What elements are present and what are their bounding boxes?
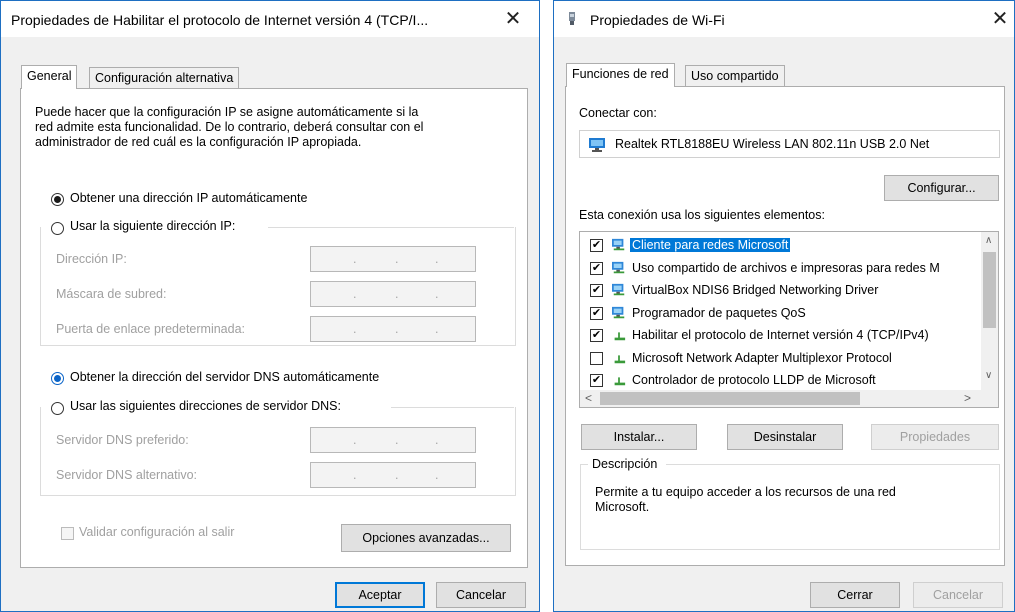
item-checkbox[interactable]: ✔ xyxy=(590,306,603,320)
scroll-up-icon[interactable]: ∧ xyxy=(985,235,992,246)
item-checkbox[interactable]: ✔ xyxy=(590,239,603,252)
item-label: Habilitar el protocolo de Internet versi… xyxy=(632,328,929,342)
dialog-title: Propiedades de Habilitar el protocolo de… xyxy=(11,12,429,28)
dns-preferred-label: Servidor DNS preferido: xyxy=(56,433,189,447)
scroll-down-icon[interactable]: ∨ xyxy=(985,370,992,381)
item-checkbox[interactable]: ✔ xyxy=(590,284,603,297)
list-item[interactable]: ✔ Cliente para redes Microsoft xyxy=(580,236,980,258)
wifi-properties-dialog: Propiedades de Wi-Fi ✕ Funciones de red … xyxy=(553,0,1015,612)
dns-alternate-label: Servidor DNS alternativo: xyxy=(56,468,198,482)
frame-top-line xyxy=(666,464,999,465)
item-label: Controlador de protocolo LLDP de Microso… xyxy=(632,373,876,387)
list-item[interactable]: ✔ VirtualBox NDIS6 Bridged Networking Dri… xyxy=(580,281,980,303)
ipv4-properties-dialog: Propiedades de Habilitar el protocolo de… xyxy=(0,0,540,612)
dialog-title: Propiedades de Wi-Fi xyxy=(590,12,725,28)
subnet-mask-label: Máscara de subred: xyxy=(56,287,167,301)
dns-alternate-field: ... xyxy=(310,462,476,488)
item-label: Cliente para redes Microsoft xyxy=(630,238,791,252)
protocol-icon xyxy=(614,332,626,341)
radio-dns-manual[interactable] xyxy=(51,402,64,415)
radio-dns-auto-label[interactable]: Obtener la dirección del servidor DNS au… xyxy=(70,370,379,384)
horizontal-scrollbar[interactable]: < > xyxy=(580,390,981,407)
item-label: Microsoft Network Adapter Multiplexor Pr… xyxy=(632,350,892,365)
network-panel: Conectar con: Realtek RTL8188EU Wireless… xyxy=(565,86,1005,566)
protocol-icon xyxy=(614,377,626,386)
ip-address-label: Dirección IP: xyxy=(56,252,127,266)
ip-address-field: ... xyxy=(310,246,476,272)
general-panel: Puede hacer que la configuración IP se a… xyxy=(20,88,528,568)
tab-sharing[interactable]: Uso compartido xyxy=(685,65,785,87)
advanced-options-button[interactable]: Opciones avanzadas... xyxy=(341,524,511,552)
scroll-right-icon[interactable]: > xyxy=(964,391,971,405)
description-text: Permite a tu equipo acceder a los recurs… xyxy=(595,485,896,514)
tab-alternate-config[interactable]: Configuración alternativa xyxy=(89,67,240,89)
item-label: Uso compartido de archivos e impresoras … xyxy=(632,260,940,275)
gateway-field: ... xyxy=(310,316,476,342)
close-button[interactable]: Cerrar xyxy=(810,582,900,608)
h-scroll-thumb[interactable] xyxy=(600,392,860,405)
item-label: VirtualBox NDIS6 Bridged Networking Driv… xyxy=(632,283,879,297)
tab-general[interactable]: General xyxy=(21,65,78,89)
item-checkbox[interactable] xyxy=(590,351,603,365)
frame-top-line xyxy=(580,464,588,465)
radio-ip-auto-label[interactable]: Obtener una dirección IP automáticamente xyxy=(70,191,307,205)
frame-top-line xyxy=(391,407,514,408)
tab-network-functions[interactable]: Funciones de red xyxy=(566,63,675,87)
item-checkbox[interactable]: ✔ xyxy=(590,374,603,387)
list-item[interactable]: ✔ Programador de paquetes QoS xyxy=(580,304,980,326)
radio-ip-manual-label[interactable]: Usar la siguiente dirección IP: xyxy=(70,219,242,233)
wifi-adapter-icon xyxy=(569,12,575,25)
validate-checkbox[interactable] xyxy=(61,527,74,540)
description-legend: Descripción xyxy=(592,457,658,471)
close-icon[interactable]: ✕ xyxy=(493,5,533,33)
elements-list[interactable]: ✔ Cliente para redes Microsoft ✔ Uso compar… xyxy=(579,231,999,408)
validate-label: Validar configuración al salir xyxy=(79,525,235,539)
list-item[interactable]: ✔ Uso compartido de archivos e impresoras… xyxy=(580,259,980,281)
item-checkbox[interactable]: ✔ xyxy=(590,329,603,342)
adapter-box: Realtek RTL8188EU Wireless LAN 802.11n U… xyxy=(579,130,1000,158)
network-service-icon xyxy=(612,306,625,318)
cancel-button[interactable]: Cancelar xyxy=(913,582,1003,608)
dns-preferred-field: ... xyxy=(310,427,476,453)
radio-dns-auto[interactable] xyxy=(51,372,64,385)
cancel-button[interactable]: Cancelar xyxy=(436,582,526,608)
gateway-label: Puerta de enlace predeterminada: xyxy=(56,322,246,336)
configure-button[interactable]: Configurar... xyxy=(884,175,999,201)
radio-ip-auto[interactable] xyxy=(51,193,64,206)
configure-button-label: Configurar... xyxy=(907,181,976,195)
install-button[interactable]: Instalar... xyxy=(581,424,697,450)
title-bar[interactable]: Propiedades de Habilitar el protocolo de… xyxy=(1,1,539,37)
frame-top-line xyxy=(268,227,514,228)
properties-button[interactable]: Propiedades xyxy=(871,424,999,450)
subnet-mask-field: ... xyxy=(310,281,476,307)
network-service-icon xyxy=(612,283,625,296)
protocol-icon xyxy=(614,354,626,363)
radio-ip-manual[interactable] xyxy=(51,222,64,235)
item-label: Programador de paquetes QoS xyxy=(632,305,806,320)
ip-description: Puede hacer que la configuración IP se a… xyxy=(35,105,424,149)
list-item[interactable]: ✔ Habilitar el protocolo de Internet vers… xyxy=(580,326,980,348)
scroll-thumb[interactable] xyxy=(983,252,996,328)
scroll-left-icon[interactable]: < xyxy=(585,391,592,405)
network-client-icon xyxy=(612,238,625,251)
vertical-scrollbar[interactable]: ∧ ∨ xyxy=(981,232,998,390)
close-icon[interactable]: ✕ xyxy=(980,5,1015,33)
list-item[interactable]: Microsoft Network Adapter Multiplexor Pr… xyxy=(580,349,980,371)
adapter-name: Realtek RTL8188EU Wireless LAN 802.11n U… xyxy=(615,137,930,151)
network-adapter-icon xyxy=(589,138,605,152)
connect-with-label: Conectar con: xyxy=(579,106,657,120)
uninstall-button[interactable]: Desinstalar xyxy=(727,424,843,450)
ok-button[interactable]: Aceptar xyxy=(335,582,425,608)
item-checkbox[interactable]: ✔ xyxy=(590,261,603,275)
file-sharing-icon xyxy=(612,261,625,273)
radio-dns-manual-label[interactable]: Usar las siguientes direcciones de servi… xyxy=(70,399,347,413)
scrollbar-corner xyxy=(981,390,998,407)
title-bar[interactable]: Propiedades de Wi-Fi ✕ xyxy=(554,1,1014,37)
elements-label: Esta conexión usa los siguientes element… xyxy=(579,208,825,222)
